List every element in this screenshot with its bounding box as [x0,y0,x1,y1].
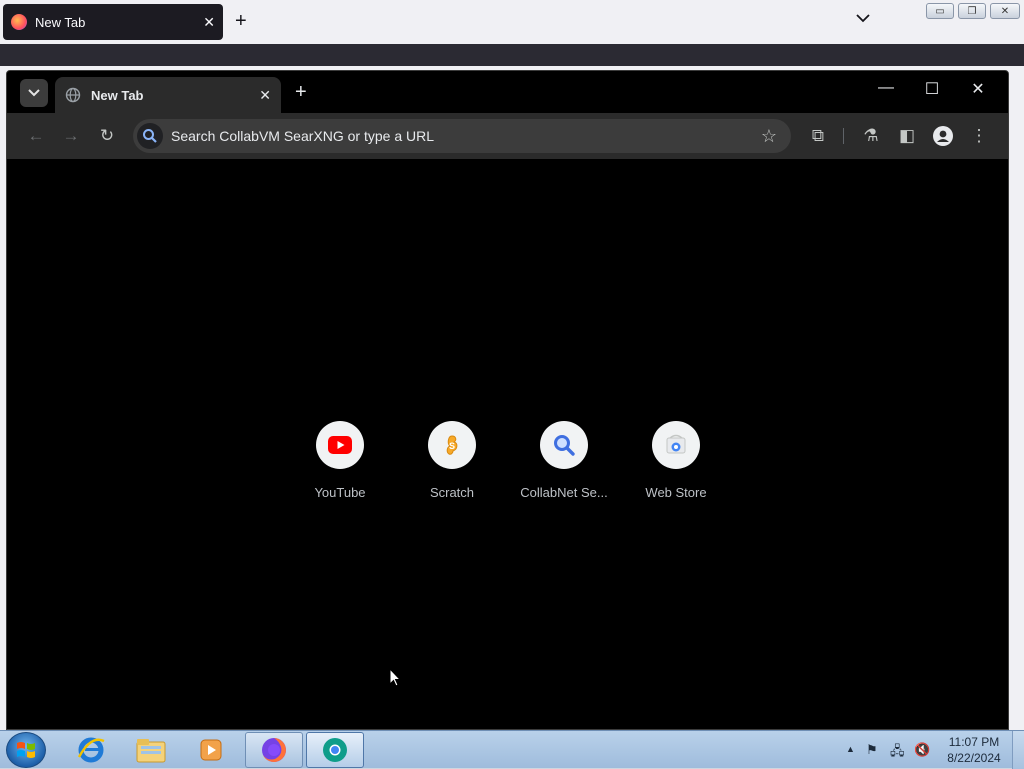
firefox-titlebar: New Tab ✕ + ▭ ❐ ✕ [0,0,1024,44]
magnifier-icon [540,421,588,469]
chromium-minimize-button[interactable]: — [871,79,901,97]
omnibox-placeholder[interactable]: Search CollabVM SearXNG or type a URL [171,128,761,144]
scratch-icon: S [428,421,476,469]
clock-time[interactable]: 11:07 PM [942,735,1006,749]
chromium-tab[interactable]: New Tab ✕ [55,77,281,113]
taskbar-firefox[interactable] [245,732,303,768]
chromium-close-button[interactable]: ✕ [963,79,993,99]
clock-date[interactable]: 8/22/2024 [942,751,1006,765]
action-center-flag-icon[interactable]: ⚑ [866,742,878,758]
show-hidden-icons-button[interactable]: ▲ [846,744,855,754]
chromium-tab-title: New Tab [91,87,144,103]
firefox-minimize-button[interactable]: ▭ [926,3,954,19]
folder-icon [136,739,166,763]
shortcut-collabnet-search[interactable]: CollabNet Se... [508,421,620,500]
labs-flask-icon[interactable]: ⚗ [860,125,882,147]
firefox-tab-title: New Tab [35,14,86,30]
chromium-window: New Tab ✕ + — ☐ ✕ ← → ↻ Search CollabVM … [6,70,1009,730]
firefox-close-button[interactable]: ✕ [990,3,1020,19]
web-store-icon [652,421,700,469]
reload-button[interactable]: ↻ [96,125,118,147]
menu-kebab-icon[interactable]: ⋮ [968,125,990,147]
taskbar-chromium[interactable] [306,732,364,768]
chromium-tab-close-icon[interactable]: ✕ [259,87,271,104]
forward-button[interactable]: → [60,125,82,147]
extensions-icon[interactable]: ⧉ [807,125,829,147]
media-player-icon [200,739,222,761]
chromium-maximize-button[interactable]: ☐ [917,79,947,99]
mouse-cursor-icon [389,668,401,687]
chromium-toolbar: ← → ↻ Search CollabVM SearXNG or type a … [7,113,1008,159]
shortcut-web-store[interactable]: Web Store [620,421,732,500]
search-engine-icon [137,123,163,149]
taskbar: ▲ ⚑ 🖧 🔇 11:07 PM 8/22/2024 [0,730,1024,769]
internet-explorer-icon [77,737,105,763]
shortcut-scratch[interactable]: S Scratch [396,421,508,500]
globe-icon [65,87,81,103]
firefox-list-tabs-icon[interactable] [856,10,870,26]
shortcut-youtube[interactable]: YouTube [284,421,396,500]
firefox-navbar [0,44,1024,66]
back-button[interactable]: ← [25,125,47,147]
youtube-icon [316,421,364,469]
firefox-icon [11,14,27,30]
shortcut-label: YouTube [314,485,366,500]
volume-muted-icon[interactable]: 🔇 [914,742,930,758]
taskbar-media-player[interactable] [182,732,240,768]
svg-text:S: S [449,441,455,451]
chromium-new-tab-button[interactable]: + [295,81,307,104]
side-panel-icon[interactable]: ◧ [896,125,918,147]
firefox-tab[interactable]: New Tab ✕ [3,4,223,40]
network-icon[interactable]: 🖧 [890,742,905,764]
system-tray: ▲ ⚑ 🖧 🔇 11:07 PM 8/22/2024 [842,731,1022,769]
shortcut-label: Scratch [429,485,475,500]
firefox-icon [262,738,286,762]
shortcut-label: Web Store [645,485,707,500]
bookmark-star-icon[interactable]: ☆ [761,126,777,147]
shortcut-label: CollabNet Se... [520,485,608,500]
chevron-down-icon [28,89,40,97]
new-tab-page: YouTube S Scratch CollabNet Se... Web St… [7,159,1008,729]
omnibox[interactable]: Search CollabVM SearXNG or type a URL ☆ [133,119,791,153]
tab-search-button[interactable] [20,79,48,107]
chromium-tabstrip: New Tab ✕ + — ☐ ✕ [7,71,1008,113]
start-button[interactable] [6,732,46,768]
profile-avatar-icon[interactable] [932,125,954,147]
chromium-icon [323,738,347,762]
taskbar-internet-explorer[interactable] [62,732,120,768]
toolbar-separator [843,128,844,144]
firefox-restore-button[interactable]: ❐ [958,3,986,19]
taskbar-windows-explorer[interactable] [122,732,180,768]
windows-logo-icon [17,742,35,758]
firefox-tab-close-icon[interactable]: ✕ [203,14,215,31]
show-desktop-button[interactable] [1012,731,1024,769]
firefox-new-tab-button[interactable]: + [235,10,247,33]
